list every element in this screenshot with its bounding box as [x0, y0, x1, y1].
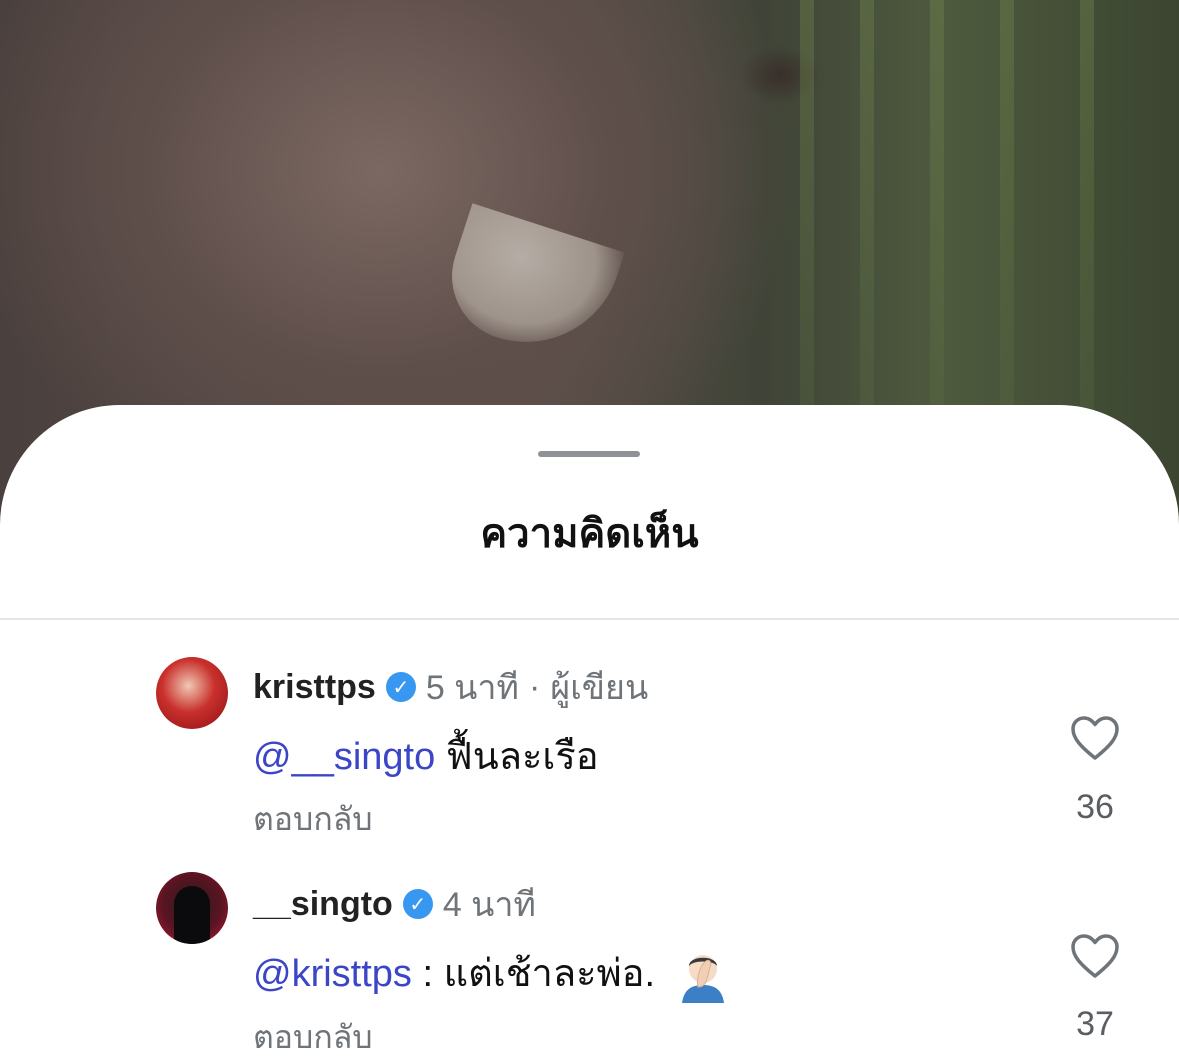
comment-text: @kristtps : แต่เช้าละพ่อ. [253, 942, 730, 1003]
like-count: 36 [1076, 788, 1114, 826]
sheet-title: ความคิดเห็น [480, 512, 699, 556]
reply-button[interactable]: ตอบกลับ [253, 794, 373, 845]
comment-item: kristtps ✓ 5 นาที · ผู้เขียน @__singto ฟ… [0, 650, 1179, 837]
meta-separator: · [528, 667, 541, 706]
comment-text: @__singto ฟื้นละเรือ [253, 725, 599, 786]
reply-button[interactable]: ตอบกลับ [253, 1012, 373, 1063]
verified-badge-icon: ✓ [385, 672, 416, 702]
heart-icon [1071, 716, 1119, 760]
comments-sheet: ความคิดเห็น kristtps ✓ 5 นาที · ผู้เขียน… [0, 405, 1179, 1063]
avatar-silhouette [174, 886, 210, 944]
comment-body: ฟื้นละเรือ [435, 736, 599, 778]
like-button[interactable] [1070, 715, 1120, 761]
comment-meta: kristtps ✓ 5 นาที · ผู้เขียน [253, 660, 648, 714]
facepalm-emoji-icon [676, 949, 730, 1003]
mention-link[interactable]: @kristtps [253, 953, 412, 995]
comment-item: __singto ✓ 4 นาที @kristtps : แต่เช้าละพ… [0, 867, 1179, 1055]
like-count: 37 [1076, 1005, 1114, 1043]
comment-time: 4 นาที [442, 886, 536, 924]
author-tag: ผู้เขียน [550, 669, 649, 707]
like-button[interactable] [1070, 933, 1120, 979]
comment-time: 5 นาที [425, 669, 519, 707]
avatar[interactable] [156, 657, 228, 729]
photo-detail [435, 203, 625, 367]
divider [0, 618, 1179, 620]
comment-username[interactable]: kristtps [253, 668, 376, 707]
mention-link[interactable]: @__singto [253, 736, 435, 778]
comment-username[interactable]: __singto [253, 885, 393, 924]
comment-body: : แต่เช้าละพ่อ. [411, 953, 656, 995]
heart-icon [1071, 934, 1119, 978]
sheet-drag-handle[interactable] [538, 451, 640, 457]
avatar[interactable] [156, 872, 228, 944]
comment-meta: __singto ✓ 4 นาที [253, 877, 536, 931]
verified-badge-icon: ✓ [402, 889, 433, 919]
